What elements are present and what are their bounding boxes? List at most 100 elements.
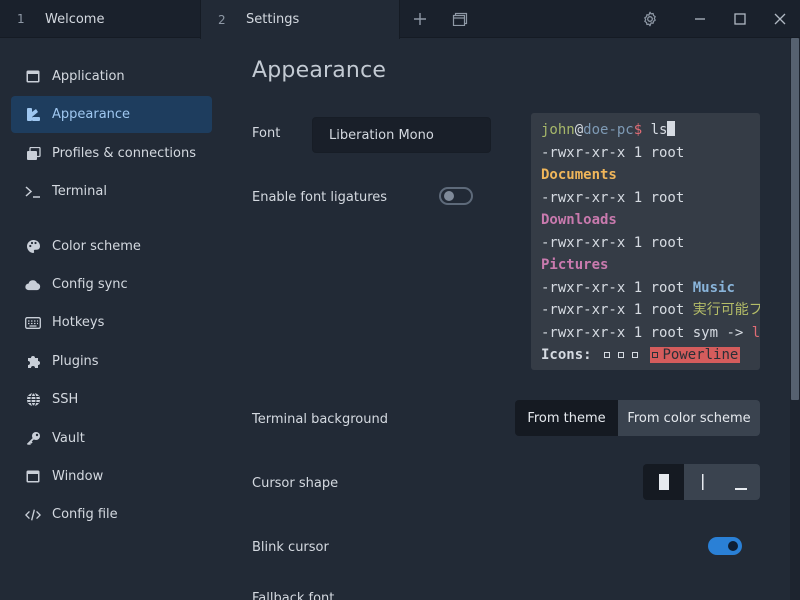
sidebar-item-window[interactable]: Window [11,458,212,495]
preview-at: @ [574,122,584,138]
sidebar-item-label: Application [52,69,125,84]
preview-prompt-line: john@doe-pc$ ls [541,119,760,142]
blink-cursor-toggle[interactable] [708,537,742,555]
preview-user: john [541,122,575,138]
preview-line: -rwxr-xr-x 1 root [541,144,685,161]
sidebar-item-label: Color scheme [52,239,141,254]
blink-cursor-label: Blink cursor [252,540,329,555]
preview-line: -rwxr-xr-x 1 root [541,234,685,251]
preview-line: -rwxr-xr-x 1 root Music [541,277,760,300]
page-title: Appearance [252,58,387,83]
from-color-scheme-option[interactable]: From color scheme [618,400,760,436]
window-icon [25,469,41,485]
scrollbar-thumb[interactable] [791,38,799,400]
palette-icon [25,239,41,255]
key-icon [25,431,41,447]
sidebar-item-ssh[interactable]: SSH [11,381,212,418]
keyboard-icon [25,315,41,331]
windows-stack-icon [25,146,41,162]
preview-music: Music [692,279,735,296]
tab-title: Settings [246,12,300,27]
beam-cursor-icon [702,474,704,490]
sidebar-item-label: Config sync [52,277,128,292]
sidebar-item-color-scheme[interactable]: Color scheme [11,228,212,265]
preview-cursor [667,121,676,136]
code-icon [25,507,41,523]
new-tab-icon[interactable] [409,8,431,30]
sidebar-item-config-sync[interactable]: Config sync [11,266,212,303]
preview-host: doe-pc [583,122,634,138]
sidebar-item-label: Hotkeys [52,315,105,330]
toggle-knob [444,191,454,201]
sidebar-item-appearance[interactable]: Appearance [11,96,212,133]
sidebar-item-config-file[interactable]: Config file [11,496,212,533]
sidebar-item-vault[interactable]: Vault [11,420,212,457]
sidebar-item-label: Appearance [52,107,131,122]
preview-icons-line: Icons: Powerline [541,344,760,367]
window-icon [25,69,41,85]
sidebar-item-application[interactable]: Application [11,58,212,95]
preview-cmd: ls [650,122,668,138]
glyph-icon [652,352,659,358]
tab-welcome[interactable]: 1 Welcome [0,0,200,38]
sidebar-item-label: Terminal [52,184,107,199]
puzzle-icon [25,354,41,370]
cursor-shape-label: Cursor shape [252,476,339,491]
sidebar-item-label: Vault [52,431,85,446]
tab-number: 1 [17,12,25,26]
ligatures-toggle[interactable] [439,187,473,205]
preview-dir: Documents [541,167,617,183]
close-icon[interactable] [769,8,791,30]
font-label: Font [252,126,281,141]
tab-number: 2 [218,12,226,27]
tab-bar: 1 Welcome 2 Settings [0,0,800,39]
sidebar-item-hotkeys[interactable]: Hotkeys [11,304,212,341]
preview-perm: -rwxr-xr-x 1 root [541,324,685,341]
cursor-block-option[interactable] [643,464,684,500]
preview-dir: Downloads [541,212,617,228]
preview-line: -rwxr-xr-x 1 root 実行可能フ [541,299,760,322]
gear-icon[interactable] [639,8,661,30]
block-cursor-icon [658,474,669,490]
toggle-knob [728,541,738,551]
font-value: Liberation Mono [329,127,434,143]
preview-sym: sym -> [692,324,744,341]
glyph-icon [618,352,625,358]
cursor-beam-option[interactable] [684,464,722,500]
glyph-icon [604,352,611,358]
sidebar-item-terminal[interactable]: Terminal [11,173,212,210]
preview-dir: Pictures [541,257,609,273]
from-theme-option[interactable]: From theme [515,400,618,436]
powerline-segment: Powerline [650,347,741,363]
preview-line: -rwxr-xr-x 1 root sym -> l [541,322,760,345]
terminal-preview: john@doe-pc$ ls -rwxr-xr-x 1 root Docume… [531,113,760,370]
preview-line: -rwxr-xr-x 1 root [541,189,685,206]
tab-settings[interactable]: 2 Settings [200,0,400,39]
glyph-icon [632,352,639,358]
preview-dollar: $ [633,122,643,138]
cursor-underline-option[interactable] [722,464,760,500]
powerline-label: Powerline [662,347,739,363]
terminal-background-selector: From theme From color scheme [515,400,760,436]
cursor-shape-selector [643,464,760,500]
sidebar-item-label: Profiles & connections [52,146,196,161]
palette-brush-icon [25,107,41,123]
sidebar-item-label: Config file [52,507,118,522]
tab-title: Welcome [45,11,105,27]
sidebar-item-label: Plugins [52,354,99,369]
sidebar-item-plugins[interactable]: Plugins [11,343,212,380]
terminal-prompt-icon [25,184,41,200]
preview-exec: 実行可能フ [692,302,760,318]
terminal-background-label: Terminal background [252,412,388,427]
sidebar-item-profiles[interactable]: Profiles & connections [11,135,212,172]
preview-link: l [751,324,760,341]
globe-icon [25,392,41,408]
maximize-icon[interactable] [729,8,751,30]
cloud-icon [25,277,41,293]
sidebar-item-label: SSH [52,392,79,407]
profiles-icon[interactable] [449,8,471,30]
sidebar-item-label: Window [52,469,104,484]
minimize-icon[interactable] [689,8,711,30]
preview-perm: -rwxr-xr-x 1 root [541,279,685,296]
font-input[interactable]: Liberation Mono [312,117,491,153]
